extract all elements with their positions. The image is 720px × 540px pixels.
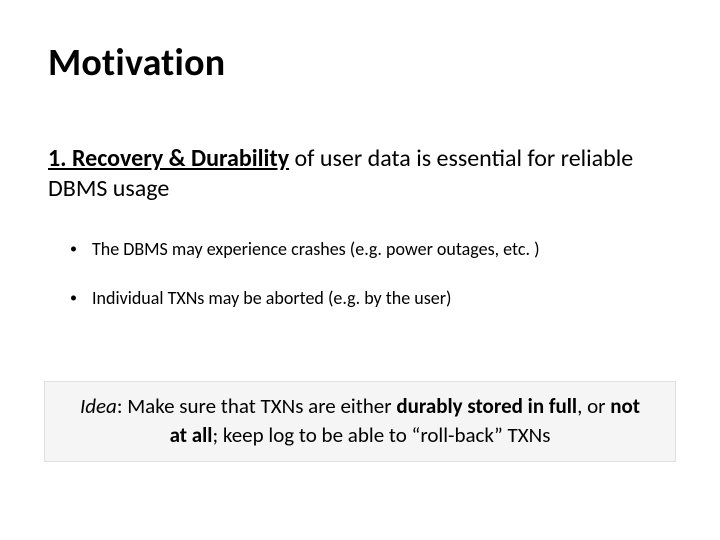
slide-title: Motivation xyxy=(48,40,672,86)
idea-label: Idea xyxy=(80,393,117,419)
idea-mid: , or xyxy=(577,393,610,419)
idea-rest: ; keep log to be able to “roll-back” TXN… xyxy=(212,422,550,448)
slide: Motivation 1. Recovery & Durability of u… xyxy=(0,0,720,540)
point-1: 1. Recovery & Durability of user data is… xyxy=(48,144,672,204)
idea-sep: : Make sure that TXNs are either xyxy=(117,393,396,419)
point-1-lead: 1. Recovery & Durability xyxy=(48,144,289,173)
bullet-list: The DBMS may experience crashes (e.g. po… xyxy=(48,238,672,311)
bullet-item: The DBMS may experience crashes (e.g. po… xyxy=(92,238,672,261)
idea-bold-1: durably stored in full xyxy=(396,393,577,419)
bullet-item: Individual TXNs may be aborted (e.g. by … xyxy=(92,287,672,310)
idea-callout: Idea: Make sure that TXNs are either dur… xyxy=(44,381,676,462)
